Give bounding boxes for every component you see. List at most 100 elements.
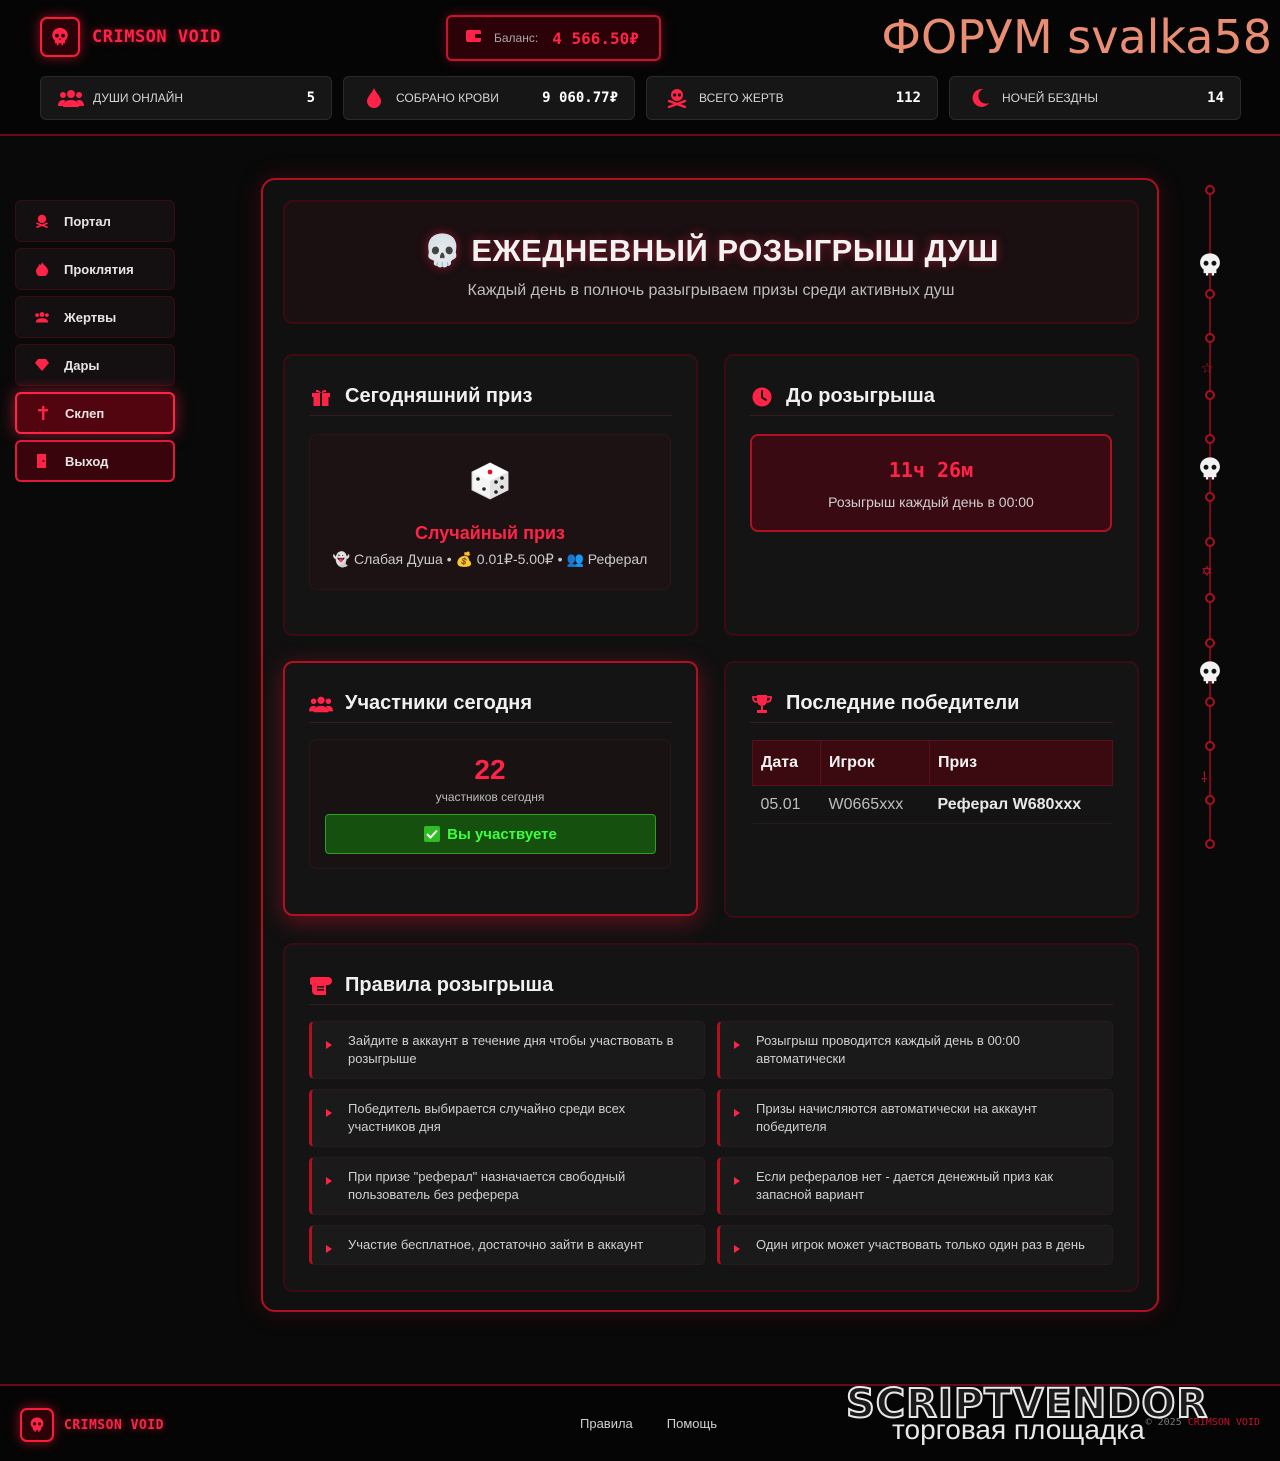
rule-text: Один игрок может участвовать только один… — [756, 1237, 1085, 1252]
card-header: Правила розыгрыша — [309, 967, 1113, 1005]
participants-label: участников сегодня — [435, 790, 545, 804]
stat-total-victims: ВСЕГО ЖЕРТВ 112 — [646, 76, 938, 120]
scriptvendor-watermark-subtitle: торговая площадка — [892, 1414, 1145, 1445]
rule-text: Победитель выбирается случайно среди все… — [348, 1101, 626, 1134]
winner-player: W0665xxx — [820, 785, 930, 824]
card-title: Участники сегодня — [345, 692, 533, 714]
rule-text: При призе "реферал" назначается свободны… — [348, 1169, 626, 1202]
card-header: Участники сегодня — [309, 685, 672, 723]
chain-node — [1205, 697, 1215, 707]
stat-souls-online: ДУШИ ОНЛАЙН 5 — [40, 76, 332, 120]
page-title: 💀 ЕЖЕДНЕВНЫЙ РОЗЫГРЫШ ДУШ — [285, 232, 1137, 269]
caret-right-icon — [326, 1104, 336, 1136]
card-title: Правила розыгрыша — [345, 974, 554, 996]
sidebar-item-label: Жертвы — [64, 309, 117, 325]
sidebar-item-logout[interactable]: Выход — [15, 440, 175, 482]
participants-card: Участники сегодня 22 участников сегодня … — [283, 661, 698, 916]
chain-node — [1205, 333, 1215, 343]
skull-logo-icon — [40, 17, 80, 57]
star-icon: ☆ — [1201, 360, 1214, 376]
column-header-player: Игрок — [820, 740, 930, 786]
card-title: До розыгрыша — [786, 385, 935, 407]
page-subtitle: Каждый день в полночь разыгрываем призы … — [467, 282, 955, 299]
footer-link-rules[interactable]: Правила — [580, 1416, 633, 1431]
gem-icon — [34, 359, 50, 371]
table-header-row: Дата Игрок Приз — [752, 740, 1113, 786]
chain-node — [1205, 492, 1215, 502]
chain-node — [1205, 795, 1215, 805]
countdown-note: Розыгрыш каждый день в 00:00 — [828, 494, 1034, 510]
rule-text: Розыгрыш проводится каждый день в 00:00 … — [756, 1033, 1020, 1066]
stat-value: 112 — [895, 90, 921, 106]
card-header: До розыгрыша — [750, 378, 1113, 416]
participation-status-label: Вы участвуете — [447, 825, 557, 843]
rules-card: Правила розыгрыша Зайдите в аккаунт в те… — [283, 943, 1139, 1292]
chain-node — [1205, 741, 1215, 751]
sidebar-item-curses[interactable]: Проклятия — [15, 248, 175, 290]
card-header: Сегодняшний приз — [309, 378, 672, 416]
hero-banner: 💀 ЕЖЕДНЕВНЫЙ РОЗЫГРЫШ ДУШ Каждый день в … — [283, 200, 1139, 324]
users-icon — [309, 695, 333, 713]
footer-logo[interactable]: CRIMSON VOID — [20, 1408, 164, 1442]
stat-value: 9 060.77₽ — [542, 90, 618, 106]
stat-label: СОБРАНО КРОВИ — [396, 91, 499, 105]
countdown-box: 11ч 26м Розыгрыш каждый день в 00:00 — [750, 434, 1112, 532]
sidebar-item-crypt[interactable]: Склеп — [15, 392, 175, 434]
chain-node — [1205, 434, 1215, 444]
rule-item: Победитель выбирается случайно среди все… — [309, 1089, 705, 1147]
chain-node — [1205, 390, 1215, 400]
sidebar-item-label: Выход — [65, 453, 109, 469]
participants-box: 22 участников сегодня Вы участвуете — [309, 739, 671, 869]
balance-value: 4 566.50₽ — [552, 28, 639, 48]
card-title: Последние победители — [786, 692, 1020, 714]
footer-link-help[interactable]: Помощь — [667, 1416, 717, 1431]
trophy-icon — [750, 694, 774, 714]
rule-item: Один игрок может участвовать только один… — [717, 1225, 1113, 1265]
users-icon — [34, 311, 50, 323]
skull-icon — [1196, 659, 1224, 687]
scroll-icon — [309, 976, 333, 995]
rule-item: Призы начисляются автоматически на аккау… — [717, 1089, 1113, 1147]
logo[interactable]: CRIMSON VOID — [40, 17, 221, 57]
checkmark-icon — [424, 826, 441, 842]
cross-icon — [35, 406, 51, 420]
rule-item: Участие бесплатное, достаточно зайти в а… — [309, 1225, 705, 1265]
chain-node — [1205, 185, 1215, 195]
sidebar-item-victims[interactable]: Жертвы — [15, 296, 175, 338]
skull-crossbones-icon — [663, 88, 691, 108]
prize-box: Случайный приз 👻 Слабая Душа • 💰 0.01₽-5… — [309, 434, 671, 590]
skull-icon — [1196, 455, 1224, 483]
card-header: Последние победители — [750, 685, 1113, 723]
card-title: Сегодняшний приз — [345, 385, 533, 407]
rule-item: Розыгрыш проводится каждый день в 00:00 … — [717, 1021, 1113, 1079]
rule-text: Зайдите в аккаунт в течение дня чтобы уч… — [348, 1033, 674, 1066]
recent-winners-card: Последние победители Дата Игрок Приз 05.… — [724, 661, 1139, 918]
caret-right-icon — [734, 1240, 744, 1254]
caret-right-icon — [734, 1172, 744, 1204]
participation-status-button[interactable]: Вы участвуете — [325, 814, 656, 854]
sidebar-item-gifts[interactable]: Дары — [15, 344, 175, 386]
rule-text: Призы начисляются автоматически на аккау… — [756, 1101, 1038, 1134]
door-icon — [35, 454, 51, 468]
caret-right-icon — [734, 1104, 744, 1136]
skull-crossbones-icon — [34, 214, 50, 228]
moon-icon — [966, 88, 994, 108]
users-icon — [57, 89, 85, 107]
chain-node — [1205, 638, 1215, 648]
table-row: 05.01 W0665xxx Реферал W680xxx — [752, 785, 1113, 824]
rule-text: Участие бесплатное, достаточно зайти в а… — [348, 1237, 644, 1252]
stat-label: ВСЕГО ЖЕРТВ — [699, 91, 784, 105]
caret-right-icon — [326, 1240, 336, 1254]
sidebar-item-label: Портал — [64, 213, 111, 229]
sidebar-item-label: Проклятия — [64, 261, 134, 277]
countdown-value: 11ч 26м — [888, 458, 974, 482]
sidebar-item-label: Дары — [64, 357, 100, 373]
balance-widget[interactable]: Баланс: 4 566.50₽ — [446, 15, 661, 61]
skull-icon — [1196, 251, 1224, 279]
sidebar-item-portal[interactable]: Портал — [15, 200, 175, 242]
rule-item: Если рефералов нет - дается денежный при… — [717, 1157, 1113, 1215]
page-title-text: ЕЖЕДНЕВНЫЙ РОЗЫГРЫШ ДУШ — [471, 233, 999, 268]
stats-bar: ДУШИ ОНЛАЙН 5 СОБРАНО КРОВИ 9 060.77₽ ВС… — [40, 76, 1241, 120]
participants-count: 22 — [474, 754, 506, 785]
stat-value: 14 — [1207, 90, 1224, 106]
